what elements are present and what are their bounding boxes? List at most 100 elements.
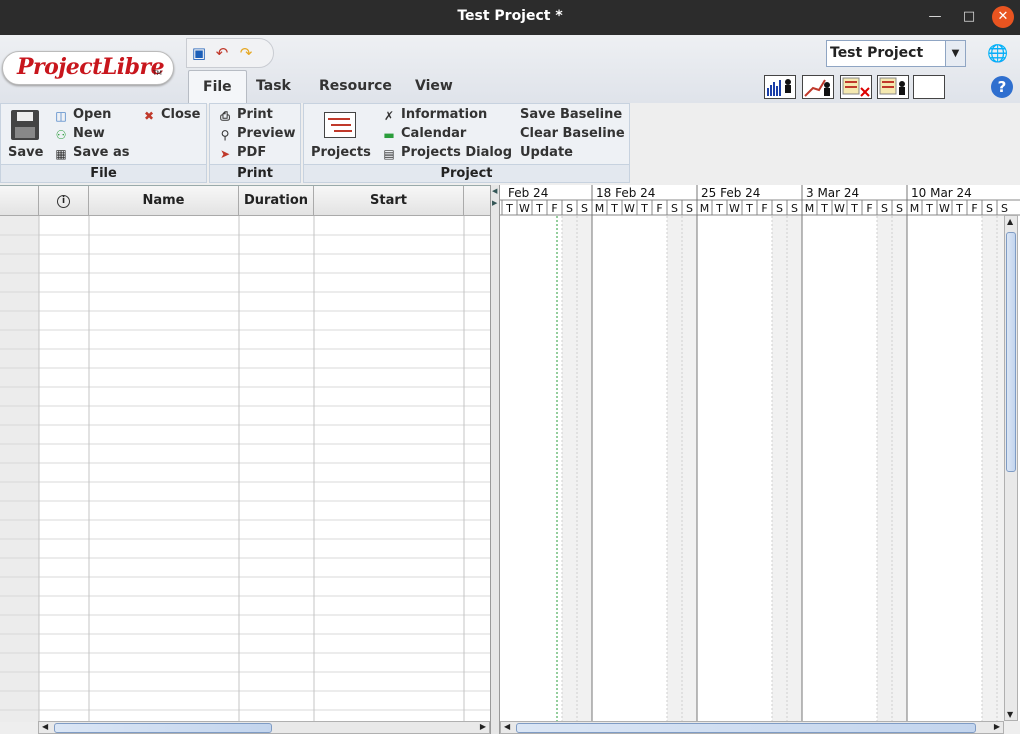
redo-icon[interactable]: ↷ <box>238 45 254 61</box>
weekend-shade <box>892 216 907 721</box>
split-left-arrow-icon[interactable]: ◀ <box>492 187 497 195</box>
task-usage-view-icon[interactable] <box>840 75 872 99</box>
folder-icon: ◫ <box>55 109 67 123</box>
day-label: S <box>986 202 993 215</box>
globe-icon[interactable]: 🌐 <box>987 44 1008 64</box>
day-label: M <box>700 202 710 215</box>
table-horizontal-scrollbar[interactable]: ◀ ▶ <box>38 721 490 734</box>
help-icon[interactable]: ? <box>991 76 1013 98</box>
quick-access-toolbar: ▣ ↶ ↷ <box>186 38 274 68</box>
save-icon[interactable]: ▣ <box>191 45 207 61</box>
start-column-header[interactable]: Start <box>314 186 464 216</box>
scroll-left-icon[interactable]: ◀ <box>504 722 510 731</box>
day-label: T <box>925 202 933 215</box>
open-button[interactable]: ◫ Open <box>53 107 111 123</box>
tab-resource[interactable]: Resource <box>305 70 406 102</box>
table-grid <box>0 216 490 722</box>
day-label: S <box>1001 202 1008 215</box>
projects-dialog-button[interactable]: ▤ Projects Dialog <box>381 145 512 161</box>
day-label: T <box>715 202 723 215</box>
week-label: 25 Feb 24 <box>701 186 760 200</box>
row-number-header <box>0 186 39 216</box>
pdf-icon: ➤ <box>219 147 231 161</box>
resource-histogram-view-icon[interactable] <box>764 75 796 99</box>
day-label: W <box>939 202 950 215</box>
scroll-down-icon[interactable]: ▼ <box>1007 710 1013 719</box>
gantt-timescale: MTWTFSSMTWTFSSMTWTFSSMTWTFSSMTWTFSSFeb 2… <box>486 185 1020 721</box>
indicators-header[interactable]: i <box>39 186 89 216</box>
close-window-icon[interactable]: ✕ <box>992 6 1014 28</box>
tab-view[interactable]: View <box>401 70 467 102</box>
week-label: 3 Mar 24 <box>806 186 859 200</box>
day-label: T <box>610 202 618 215</box>
day-label: T <box>505 202 513 215</box>
ribbon-group-print: ⎙ Print ⚲ Preview ➤ PDF Print <box>209 103 301 183</box>
scroll-right-icon[interactable]: ▶ <box>994 722 1000 731</box>
split-right-arrow-icon[interactable]: ▶ <box>492 199 497 207</box>
save-as-icon: ▦ <box>55 147 67 161</box>
update-button[interactable]: Update <box>520 145 573 160</box>
gantt-vertical-scrollbar[interactable]: ▲ ▼ <box>1004 215 1018 721</box>
ribbon-group-file: Save ◫ Open ⚇ New ▦ Save as ✖ Close File <box>0 103 207 183</box>
title-bar: Test Project * — □ ✕ <box>0 0 1020 35</box>
close-button[interactable]: ✖ Close <box>141 107 201 123</box>
save-baseline-button[interactable]: Save Baseline <box>520 107 622 122</box>
preview-button[interactable]: ⚲ Preview <box>217 126 296 142</box>
weekend-shade <box>667 216 682 721</box>
undo-icon[interactable]: ↶ <box>214 45 230 61</box>
app-logo: ProjectLibre TM <box>2 51 174 85</box>
projects-button[interactable]: Projects <box>311 145 371 160</box>
day-label: T <box>850 202 858 215</box>
clear-baseline-button[interactable]: Clear Baseline <box>520 126 625 141</box>
day-label: W <box>624 202 635 215</box>
day-label: S <box>881 202 888 215</box>
save-disk-icon[interactable] <box>11 110 39 140</box>
project-select[interactable]: Test Project ▼ <box>826 40 966 67</box>
weekend-shade <box>682 216 697 721</box>
scroll-thumb[interactable] <box>1006 232 1016 472</box>
maximize-icon[interactable]: □ <box>957 6 981 28</box>
duration-column-header[interactable]: Duration <box>239 186 314 216</box>
name-column-header[interactable]: Name <box>89 186 239 216</box>
weekend-shade <box>772 216 787 721</box>
group-label-print: Print <box>210 164 300 182</box>
new-file-icon: ⚇ <box>55 128 67 142</box>
day-label: M <box>805 202 815 215</box>
task-table[interactable]: i Name Duration Start <box>0 185 490 722</box>
scroll-thumb[interactable] <box>54 723 272 733</box>
new-button[interactable]: ⚇ New <box>53 126 105 142</box>
scroll-left-icon[interactable]: ◀ <box>42 722 48 731</box>
window-title: Test Project * <box>457 8 563 24</box>
day-label: F <box>866 202 872 215</box>
printer-icon: ⎙ <box>220 109 230 123</box>
pdf-button[interactable]: ➤ PDF <box>217 145 266 161</box>
pane-splitter[interactable]: ◀ ▶ <box>490 185 500 734</box>
close-file-icon: ✖ <box>143 109 155 123</box>
save-as-button[interactable]: ▦ Save as <box>53 145 129 161</box>
minimize-icon[interactable]: — <box>923 6 947 28</box>
day-label: T <box>820 202 828 215</box>
calendar-button[interactable]: ▬ Calendar <box>381 126 466 142</box>
tools-icon: ✗ <box>383 109 395 123</box>
chevron-down-icon[interactable]: ▼ <box>945 41 965 66</box>
day-label: S <box>581 202 588 215</box>
resource-usage-view-icon[interactable] <box>802 75 834 99</box>
scroll-thumb[interactable] <box>516 723 976 733</box>
day-label: F <box>971 202 977 215</box>
save-button[interactable]: Save <box>8 145 43 160</box>
gantt-chart[interactable]: MTWTFSSMTWTFSSMTWTFSSMTWTFSSMTWTFSSFeb 2… <box>486 185 1020 721</box>
projects-icon[interactable] <box>324 112 356 138</box>
scroll-up-icon[interactable]: ▲ <box>1007 217 1013 226</box>
resource-usage-table-icon[interactable] <box>877 75 909 99</box>
info-circle-icon: i <box>57 195 70 208</box>
blank-view-icon[interactable] <box>913 75 945 99</box>
weekend-shade <box>562 216 577 721</box>
print-button[interactable]: ⎙ Print <box>217 107 273 123</box>
day-label: S <box>791 202 798 215</box>
information-button[interactable]: ✗ Information <box>381 107 487 123</box>
day-label: S <box>776 202 783 215</box>
gantt-horizontal-scrollbar[interactable]: ◀ ▶ <box>500 721 1004 734</box>
tab-task[interactable]: Task <box>242 70 305 102</box>
scroll-right-icon[interactable]: ▶ <box>480 722 486 731</box>
tab-file[interactable]: File <box>188 70 247 104</box>
